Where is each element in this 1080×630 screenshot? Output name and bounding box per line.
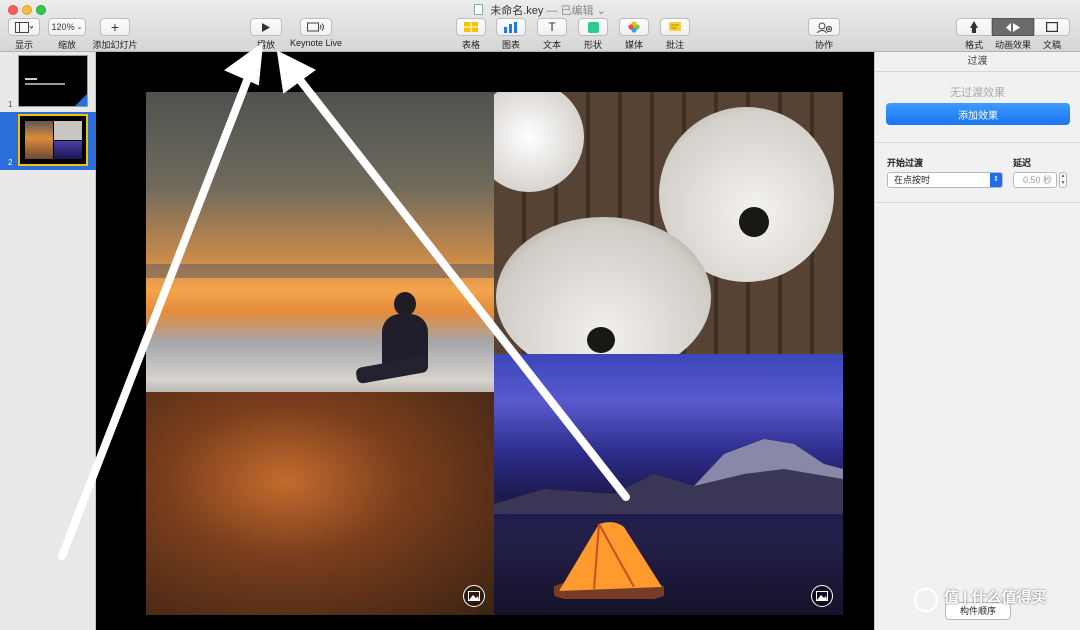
slide-thumbnail-2[interactable]	[18, 114, 88, 166]
window-title: 未命名.key	[490, 5, 544, 17]
text-button[interactable]: T	[537, 18, 567, 36]
text-icon: T	[548, 20, 556, 34]
divider	[875, 202, 1080, 203]
add-slide-label: 添加幻灯片	[92, 40, 138, 50]
slide-canvas[interactable]	[96, 52, 874, 630]
slide-navigator: 1 2	[0, 52, 96, 630]
add-slide-button[interactable]: +	[100, 18, 130, 36]
delay-field[interactable]: 0.50 秒	[1013, 172, 1057, 188]
chevron-updown-icon: ⇕	[990, 173, 1002, 187]
comment-button[interactable]	[660, 18, 690, 36]
document-icon	[1046, 22, 1058, 32]
hiker-silhouette	[355, 292, 436, 417]
delay-label: 延迟	[1013, 158, 1032, 168]
lamps-photo[interactable]	[494, 92, 843, 354]
collaborate-label: 协作	[814, 40, 833, 50]
delay-stepper[interactable]: ▲ ▼	[1059, 172, 1067, 188]
sidebar-icon	[15, 21, 33, 33]
shape-icon	[587, 21, 599, 33]
chart-button[interactable]	[496, 18, 526, 36]
comment-label: 批注	[665, 40, 684, 50]
chart-icon	[504, 21, 517, 33]
keynote-live-button[interactable]	[300, 18, 332, 36]
glowing-tent	[554, 522, 664, 599]
mountain-range	[494, 439, 843, 514]
distant-ridge	[146, 264, 494, 278]
image-placeholder-icon[interactable]	[463, 585, 485, 607]
view-button[interactable]	[8, 18, 40, 36]
start-transition-label: 开始过渡	[887, 158, 924, 168]
paintbrush-icon	[970, 21, 978, 33]
delay-value: 0.50 秒	[1022, 175, 1052, 185]
watermark-text: 值 | 什么值得买	[944, 589, 1047, 606]
animate-tab[interactable]	[992, 18, 1034, 36]
media-icon	[628, 21, 640, 33]
toolbar: 未命名.key — 已编辑 ⌄ 显示 120% ⌄ 缩放 + 添加幻灯片 播放 …	[0, 0, 1080, 52]
edited-status[interactable]: — 已编辑	[546, 5, 593, 17]
format-tab[interactable]	[956, 18, 992, 36]
collaborate-button[interactable]	[808, 18, 840, 36]
keynote-live-label: Keynote Live	[289, 38, 343, 48]
play-button[interactable]	[250, 18, 282, 36]
watermark-logo	[914, 588, 938, 612]
comment-icon	[669, 21, 681, 31]
media-button[interactable]	[619, 18, 649, 36]
animate-icon	[1006, 22, 1020, 32]
slide[interactable]	[96, 52, 874, 630]
slide-thumbnail-1[interactable]	[18, 55, 88, 107]
document-label: 文稿	[1042, 40, 1061, 50]
document-file-icon	[474, 4, 484, 15]
add-effect-button[interactable]: 添加效果	[886, 103, 1070, 125]
broadcast-icon	[307, 22, 324, 32]
slide-number: 1	[8, 100, 13, 109]
slide-number: 2	[8, 158, 13, 167]
transition-inspector: 过渡 无过渡效果 添加效果 开始过渡 延迟 在点按时 ⇕ 0.50 秒 ▲ ▼ 构…	[874, 52, 1080, 630]
image-placeholder-icon[interactable]	[811, 585, 833, 607]
inspector-header: 过渡	[875, 52, 1080, 72]
rocky-foreground	[146, 392, 494, 615]
shape-button[interactable]	[578, 18, 608, 36]
chevron-down-icon[interactable]: ⌄	[597, 5, 606, 17]
divider	[875, 142, 1080, 143]
start-transition-select[interactable]: 在点按时 ⇕	[887, 172, 1003, 188]
play-icon	[262, 22, 270, 32]
lamp-socket	[587, 327, 615, 353]
table-button[interactable]	[456, 18, 486, 36]
document-tab[interactable]	[1034, 18, 1070, 36]
tent-night-photo[interactable]	[494, 354, 843, 615]
lamp-socket	[739, 207, 769, 237]
sunset-mountain-photo[interactable]	[146, 92, 494, 615]
table-icon	[464, 22, 478, 32]
zoom-select[interactable]: 120% ⌄	[48, 18, 86, 36]
start-transition-value: 在点按时	[894, 175, 931, 185]
window-title-bar: 未命名.key — 已编辑 ⌄	[0, 2, 1080, 18]
plus-icon: +	[110, 19, 120, 35]
chevron-down-icon: ⌄	[76, 24, 83, 31]
no-transition-text: 无过渡效果	[950, 87, 1005, 99]
zoom-value: 120%	[51, 22, 75, 32]
collaborate-icon	[816, 22, 832, 33]
